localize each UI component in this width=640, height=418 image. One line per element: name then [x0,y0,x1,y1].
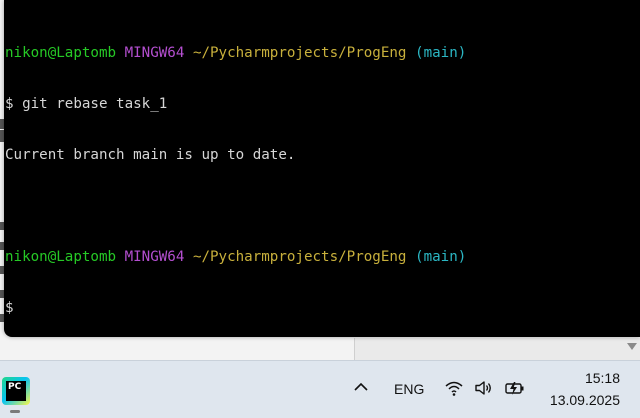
volume-icon[interactable] [474,379,494,397]
chevron-up-icon[interactable] [353,379,369,395]
clock-time[interactable]: 15:18 [548,370,620,386]
prompt-branch: (main) [415,45,467,61]
taskbar: PC ENG 15:18 13.09.2025 [0,360,640,418]
language-indicator[interactable]: ENG [394,381,424,397]
terminal-output-line: Current branch main is up to date. [5,147,296,163]
running-app-indicator [10,410,20,413]
pycharm-icon[interactable]: PC [2,377,30,405]
prompt-host: MINGW64 [124,45,185,61]
prompt-user: nikon@Laptomb [5,45,117,61]
clock-date[interactable]: 13.09.2025 [540,392,620,408]
prompt-branch: (main) [415,249,467,265]
prompt-path: ~/Pycharmprojects/ProgEng [192,45,407,61]
prompt-user: nikon@Laptomb [5,249,117,265]
terminal-window[interactable]: nikon@Laptomb MINGW64 ~/Pycharmprojects/… [4,0,640,337]
terminal-command-line: $ git rebase task_1 [5,96,168,112]
terminal-prompt-line: nikon@Laptomb MINGW64 ~/Pycharmprojects/… [5,45,466,62]
scroll-down-arrow-icon[interactable] [627,343,637,350]
battery-charging-icon[interactable] [504,379,526,397]
prompt-path: ~/Pycharmprojects/ProgEng [192,249,407,265]
desktop: nikon@Laptomb MINGW64 ~/Pycharmprojects/… [0,0,640,418]
terminal-prompt-line: nikon@Laptomb MINGW64 ~/Pycharmprojects/… [5,249,466,266]
wifi-icon[interactable] [444,379,464,397]
terminal-input-line[interactable]: $ [5,300,466,317]
pycharm-logo: PC [6,381,26,401]
terminal-output[interactable]: nikon@Laptomb MINGW64 ~/Pycharmprojects/… [5,11,466,337]
background-scrollbar[interactable] [354,338,640,360]
prompt-host: MINGW64 [124,249,185,265]
